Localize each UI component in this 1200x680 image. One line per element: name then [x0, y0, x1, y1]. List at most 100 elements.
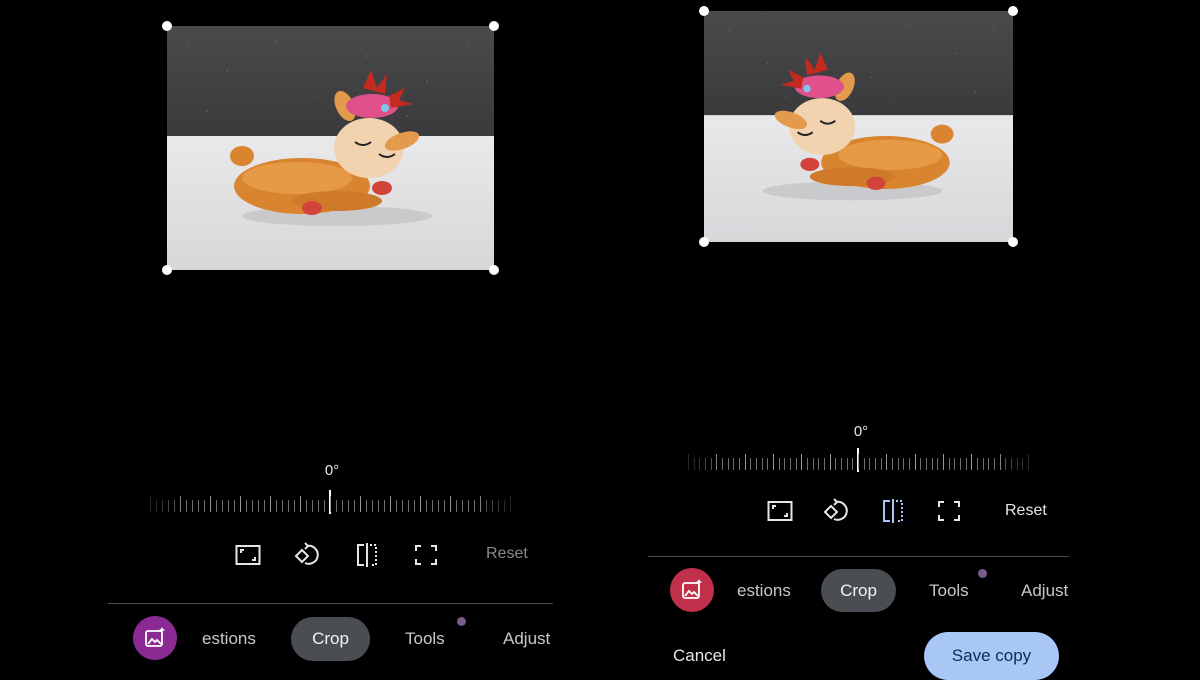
dial-tick: [932, 458, 933, 470]
dial-tick: [294, 500, 295, 512]
dial-tick: [330, 496, 331, 512]
dial-tick: [432, 500, 433, 512]
dial-tick: [1000, 454, 1001, 470]
aspect-ratio-button[interactable]: [233, 540, 263, 570]
dial-tick: [444, 500, 445, 512]
magic-editor-button[interactable]: [133, 616, 177, 660]
free-crop-button[interactable]: [411, 540, 441, 570]
dial-tick: [937, 458, 938, 470]
dial-tick: [318, 500, 319, 512]
rotation-angle-label: 0°: [853, 423, 869, 440]
rotate-button[interactable]: [821, 496, 851, 526]
dial-tick: [688, 454, 689, 470]
photo-preview[interactable]: [704, 11, 1013, 242]
reset-button[interactable]: Reset: [1005, 502, 1047, 520]
dial-tick: [402, 500, 403, 512]
dial-tick: [875, 458, 876, 470]
dial-tick: [966, 458, 967, 470]
dial-tick: [270, 496, 271, 512]
dial-tick: [847, 458, 848, 470]
dial-tick: [971, 454, 972, 470]
tab-tools[interactable]: Tools: [405, 629, 445, 649]
dial-tick: [306, 500, 307, 512]
crop-handle-top-left[interactable]: [162, 21, 172, 31]
dial-tick: [790, 458, 791, 470]
crop-handle-bottom-left[interactable]: [699, 237, 709, 247]
dial-tick: [186, 500, 187, 512]
left-screen: 0° Reset estions Crop Tools Adjust: [0, 0, 600, 675]
crop-handle-top-left[interactable]: [699, 6, 709, 16]
dial-tick: [162, 500, 163, 512]
dial-tick: [342, 500, 343, 512]
dial-tick: [830, 454, 831, 470]
dial-tick: [510, 496, 511, 512]
dial-tick: [722, 458, 723, 470]
dial-tick: [926, 458, 927, 470]
dial-tick: [818, 458, 819, 470]
dial-tick: [1011, 458, 1012, 470]
tab-crop[interactable]: Crop: [821, 569, 896, 612]
dial-tick: [372, 500, 373, 512]
dial-tick: [408, 500, 409, 512]
divider: [648, 556, 1069, 557]
dial-tick: [949, 458, 950, 470]
rotation-dial[interactable]: [150, 490, 511, 514]
dial-tick: [1017, 458, 1018, 470]
flip-button[interactable]: [352, 540, 382, 570]
dial-tick: [450, 496, 451, 512]
dial-tick: [954, 458, 955, 470]
dial-tick: [456, 500, 457, 512]
right-screen: 0° Reset estions Crop Tools Adjust Cance…: [600, 0, 1200, 680]
rotation-dial[interactable]: [688, 448, 1029, 472]
crop-handle-bottom-right[interactable]: [1008, 237, 1018, 247]
dial-tick: [773, 454, 774, 470]
rotate-icon: [823, 498, 848, 521]
dial-tick: [943, 454, 944, 470]
dial-tick: [438, 500, 439, 512]
dial-tick: [486, 500, 487, 512]
crop-handle-bottom-left[interactable]: [162, 265, 172, 275]
dial-tick: [258, 500, 259, 512]
free-crop-icon: [415, 545, 437, 565]
dial-tick: [474, 500, 475, 512]
flip-button[interactable]: [878, 496, 908, 526]
dial-tick: [920, 458, 921, 470]
tab-adjust[interactable]: Adjust: [503, 629, 550, 649]
crop-handle-top-right[interactable]: [1008, 6, 1018, 16]
cancel-button[interactable]: Cancel: [673, 646, 726, 666]
dial-tick: [492, 500, 493, 512]
dial-tick: [711, 458, 712, 470]
tab-crop[interactable]: Crop: [291, 617, 370, 661]
dial-tick: [222, 500, 223, 512]
dial-tick: [699, 458, 700, 470]
photo-preview[interactable]: [167, 26, 494, 270]
dial-tick: [396, 500, 397, 512]
flip-icon: [357, 543, 377, 567]
dial-tick: [468, 500, 469, 512]
crop-handle-bottom-right[interactable]: [489, 265, 499, 275]
dial-tick: [354, 500, 355, 512]
reset-button[interactable]: Reset: [486, 545, 528, 563]
deer-figurine-photo: [704, 11, 1013, 242]
dial-tick: [384, 500, 385, 512]
dial-tick: [858, 454, 859, 470]
dial-tick: [728, 458, 729, 470]
dial-tick: [796, 458, 797, 470]
dial-tick: [909, 458, 910, 470]
tab-adjust[interactable]: Adjust: [1021, 581, 1068, 601]
aspect-ratio-button[interactable]: [765, 496, 795, 526]
magic-editor-button[interactable]: [670, 568, 714, 612]
rotate-button[interactable]: [292, 540, 322, 570]
tab-suggestions[interactable]: estions: [737, 581, 791, 601]
dial-tick: [745, 454, 746, 470]
free-crop-button[interactable]: [934, 496, 964, 526]
aspect-ratio-icon: [767, 501, 793, 521]
dial-tick: [150, 496, 151, 512]
save-copy-button[interactable]: Save copy: [924, 632, 1059, 680]
divider: [108, 603, 553, 604]
tab-suggestions[interactable]: estions: [202, 629, 256, 649]
tab-tools[interactable]: Tools: [929, 581, 969, 601]
dial-tick: [420, 496, 421, 512]
dial-tick: [174, 500, 175, 512]
crop-handle-top-right[interactable]: [489, 21, 499, 31]
